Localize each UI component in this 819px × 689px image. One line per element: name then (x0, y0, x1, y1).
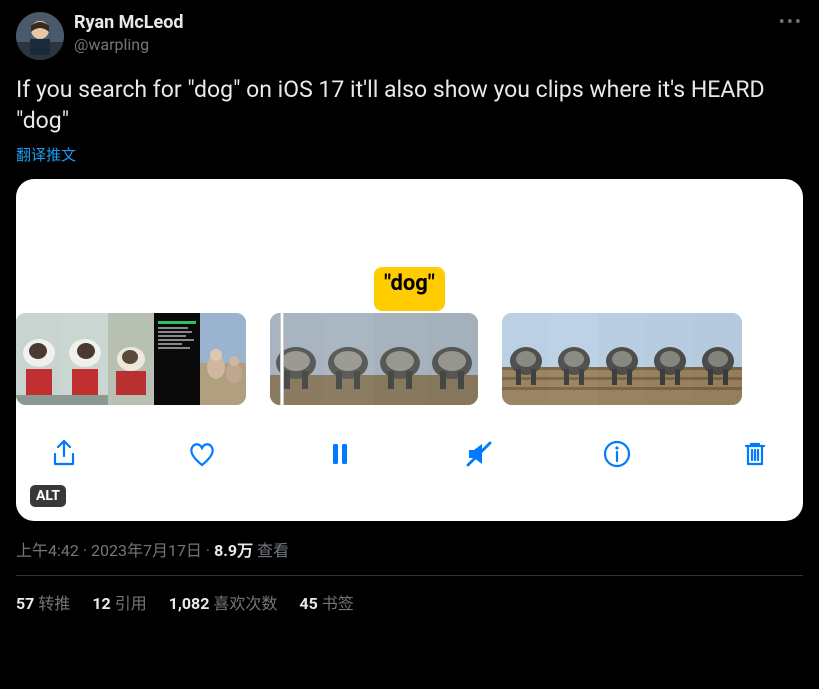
pause-icon[interactable] (322, 436, 358, 472)
trash-icon[interactable] (737, 436, 773, 472)
post-date[interactable]: 2023年7月17日 (91, 541, 202, 560)
media-card[interactable]: "dog" (16, 179, 803, 521)
author-block[interactable]: Ryan McLeod @warpling (74, 12, 184, 55)
thumbnail (694, 313, 742, 405)
tweet: Ryan McLeod @warpling ••• If you search … (0, 0, 819, 626)
thumbnail (502, 313, 550, 405)
translate-link[interactable]: 翻译推文 (16, 144, 803, 165)
tooltip-row: "dog" (16, 267, 803, 311)
thumbnail (108, 313, 154, 405)
divider (16, 575, 803, 576)
stats-row: 57转推 12引用 1,082喜欢次数 45书签 (16, 590, 803, 614)
media-whitespace (16, 179, 803, 267)
thumbnail (200, 313, 246, 405)
more-icon[interactable]: ••• (779, 12, 803, 33)
avatar[interactable] (16, 12, 64, 60)
handle: @warpling (74, 35, 184, 55)
search-tooltip: "dog" (374, 267, 445, 311)
thumbnail (426, 313, 478, 405)
meta-row: 上午4:42 · 2023年7月17日 · 8.9万 查看 (16, 537, 803, 561)
likes-stat[interactable]: 1,082喜欢次数 (169, 590, 278, 614)
info-icon[interactable] (599, 436, 635, 472)
thumbnail (16, 313, 62, 405)
share-icon[interactable] (46, 436, 82, 472)
tweet-text: If you search for "dog" on iOS 17 it'll … (16, 74, 803, 136)
clip-3[interactable] (502, 313, 742, 405)
thumbnail (62, 313, 108, 405)
thumbnail (154, 313, 200, 405)
thumbnail (270, 313, 322, 405)
post-time[interactable]: 上午4:42 (16, 541, 79, 560)
thumbnail (646, 313, 694, 405)
alt-badge[interactable]: ALT (30, 485, 66, 507)
avatar-image (16, 12, 64, 60)
mute-icon[interactable] (461, 436, 497, 472)
thumbnail (322, 313, 374, 405)
views-label: 查看 (257, 541, 289, 560)
retweets-stat[interactable]: 57转推 (16, 590, 70, 614)
clip-2[interactable] (270, 313, 478, 405)
media-toolbar (16, 405, 803, 487)
thumbnail (374, 313, 426, 405)
clip-1[interactable] (16, 313, 246, 405)
quotes-stat[interactable]: 12引用 (92, 590, 146, 614)
playhead[interactable] (280, 313, 284, 405)
thumbnail (598, 313, 646, 405)
bookmarks-stat[interactable]: 45书签 (299, 590, 353, 614)
views-count: 8.9万 (214, 541, 253, 560)
tweet-header: Ryan McLeod @warpling ••• (16, 12, 803, 60)
heart-icon[interactable] (184, 436, 220, 472)
tooltip-text: "dog" (384, 271, 435, 296)
display-name: Ryan McLeod (74, 12, 184, 35)
timeline[interactable] (16, 313, 803, 405)
thumbnail (550, 313, 598, 405)
